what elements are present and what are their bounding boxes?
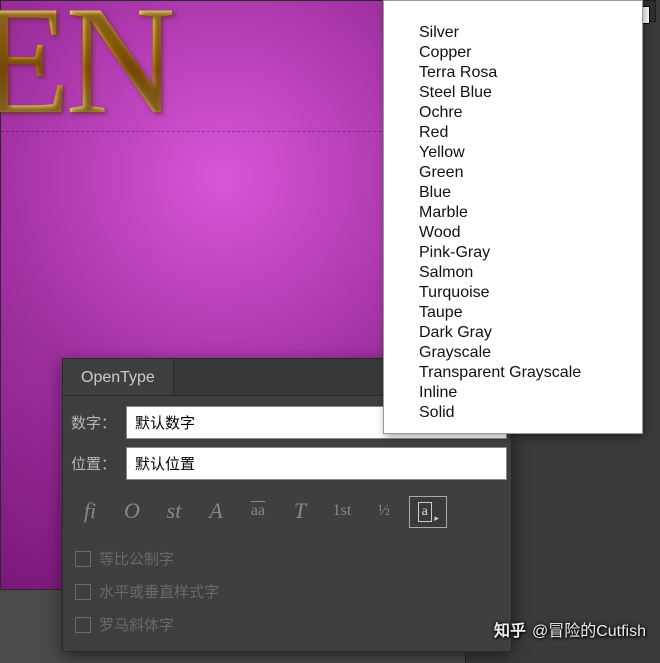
check-roman-label: 罗马斜体字	[99, 614, 174, 635]
discretionary-st-icon[interactable]: st	[157, 496, 191, 526]
preset-item[interactable]: Turquoise	[384, 283, 642, 303]
digits-value: 默认数字	[135, 415, 195, 432]
bevel-preset-dropdown[interactable]: SilverCopperTerra RosaSteel BlueOchreRed…	[383, 0, 643, 434]
tab-opentype[interactable]: OpenType	[63, 359, 174, 395]
preset-item[interactable]: Wood	[384, 223, 642, 243]
preset-item[interactable]: Silver	[384, 23, 642, 43]
preset-item[interactable]: Yellow	[384, 143, 642, 163]
preset-item[interactable]: Red	[384, 123, 642, 143]
preset-item[interactable]: Salmon	[384, 263, 642, 283]
ligature-fi-icon[interactable]: fi	[73, 496, 107, 526]
preset-item[interactable]: Solid	[384, 403, 642, 423]
zhihu-logo: 知乎	[494, 617, 526, 641]
stylistic-aa-icon[interactable]: aa	[241, 496, 275, 526]
check-roman-row[interactable]: 罗马斜体字	[71, 608, 507, 641]
preset-item[interactable]: Copper	[384, 43, 642, 63]
preset-item[interactable]: Grayscale	[384, 343, 642, 363]
artwork-text[interactable]: TEN	[0, 0, 172, 150]
preset-item[interactable]: Taupe	[384, 303, 642, 323]
watermark-handle: @冒险的Cutfish	[532, 617, 646, 641]
titling-a-icon[interactable]: A	[199, 496, 233, 526]
preset-item[interactable]: Dark Gray	[384, 323, 642, 343]
checkbox-icon[interactable]	[75, 551, 91, 567]
position-label: 位置：	[71, 453, 126, 474]
position-select[interactable]: 默认位置	[126, 447, 507, 480]
preset-item[interactable]: Inline	[384, 383, 642, 403]
preset-item[interactable]: Steel Blue	[384, 83, 642, 103]
preset-item[interactable]: Blue	[384, 183, 642, 203]
watermark: 知乎 @冒险的Cutfish	[494, 617, 646, 641]
fraction-half-icon[interactable]: ½	[367, 496, 401, 526]
digits-label: 数字：	[71, 412, 126, 433]
preset-item[interactable]: Pink-Gray	[384, 243, 642, 263]
check-proportional-label: 等比公制字	[99, 548, 174, 569]
check-proportional-row[interactable]: 等比公制字	[71, 542, 507, 575]
opentype-icon-row: fi O st A aa T 1st ½ a ▸	[71, 488, 507, 542]
checkbox-icon[interactable]	[75, 584, 91, 600]
checkbox-icon[interactable]	[75, 617, 91, 633]
text-baseline	[1, 131, 446, 132]
stylistic-alt-a-icon[interactable]: a ▸	[409, 496, 447, 528]
preset-item[interactable]: Ochre	[384, 103, 642, 123]
swash-o-icon[interactable]: O	[115, 496, 149, 526]
check-hv-row[interactable]: 水平或垂直样式字	[71, 575, 507, 608]
preset-item[interactable]: Transparent Grayscale	[384, 363, 642, 383]
titling-t-icon[interactable]: T	[283, 496, 317, 526]
check-hv-label: 水平或垂直样式字	[99, 581, 219, 602]
position-value: 默认位置	[135, 456, 195, 473]
preset-item[interactable]: Terra Rosa	[384, 63, 642, 83]
preset-item[interactable]: Marble	[384, 203, 642, 223]
preset-item[interactable]: Green	[384, 163, 642, 183]
ordinal-1st-icon[interactable]: 1st	[325, 496, 359, 526]
